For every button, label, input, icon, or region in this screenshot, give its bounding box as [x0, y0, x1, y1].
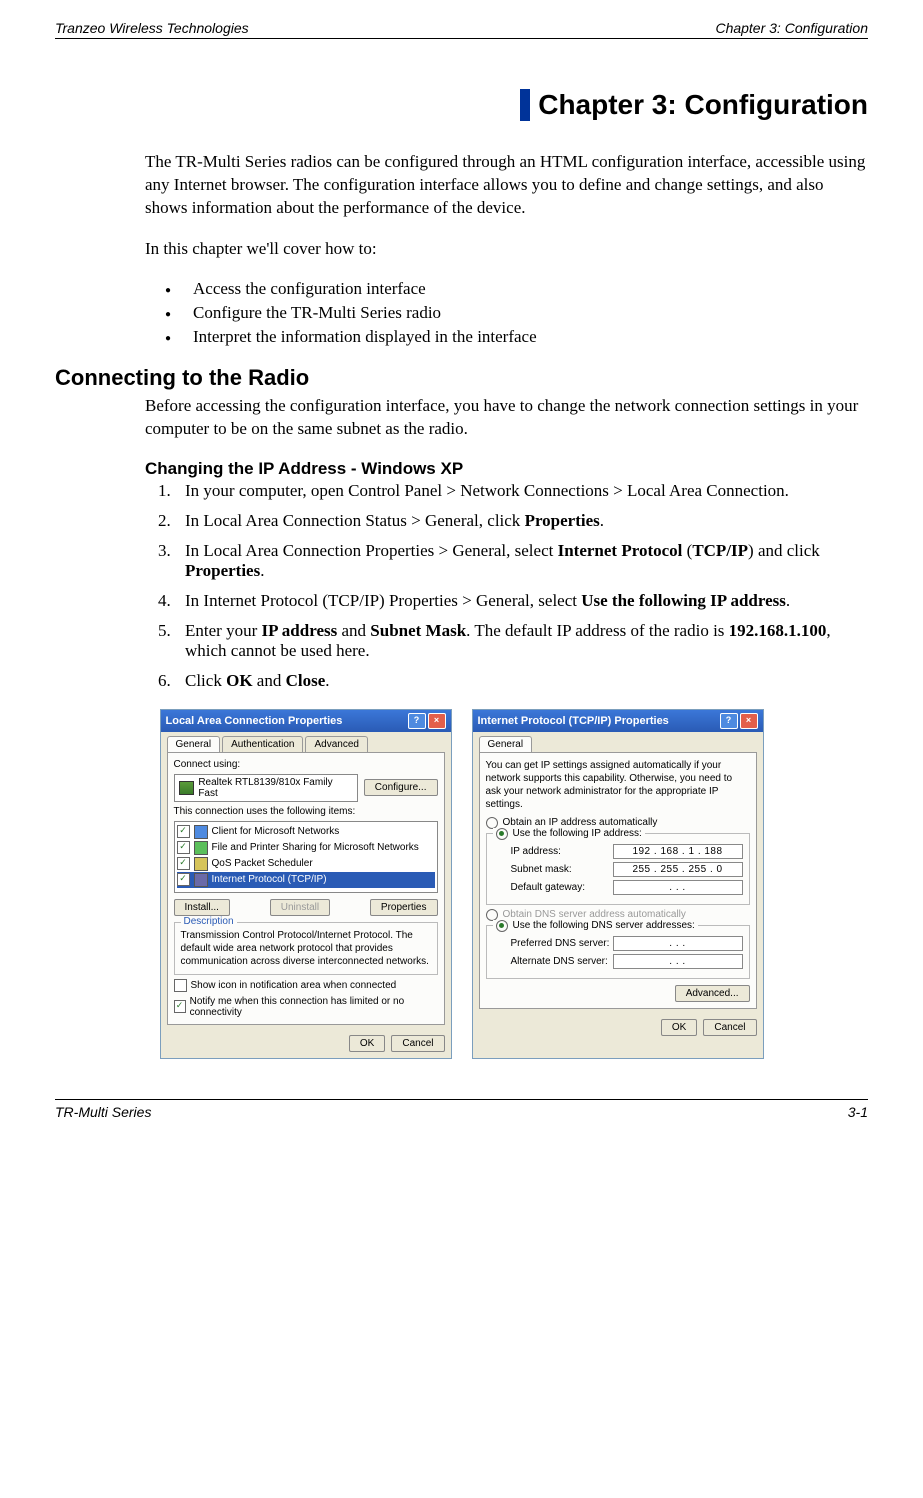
- header-left: Tranzeo Wireless Technologies: [55, 20, 249, 36]
- checkbox-icon[interactable]: ✓: [177, 841, 190, 854]
- alternate-dns-field[interactable]: . . .: [613, 954, 743, 969]
- dialog-title: Local Area Connection Properties: [166, 715, 343, 727]
- tab-general[interactable]: General: [167, 736, 221, 752]
- header-right: Chapter 3: Configuration: [715, 20, 868, 36]
- bullet-icon: ●: [165, 279, 193, 299]
- items-listbox[interactable]: ✓Client for Microsoft Networks ✓File and…: [174, 821, 438, 893]
- properties-button[interactable]: Properties: [370, 899, 438, 916]
- intro-paragraph: The TR-Multi Series radios can be config…: [145, 151, 868, 220]
- uninstall-button: Uninstall: [270, 899, 330, 916]
- radio-icon[interactable]: [496, 920, 508, 932]
- step-item: In your computer, open Control Panel > N…: [175, 481, 868, 501]
- nic-field: Realtek RTL8139/810x Family Fast: [174, 774, 358, 802]
- show-icon-checkbox[interactable]: Show icon in notification area when conn…: [174, 979, 438, 992]
- pdns-label: Preferred DNS server:: [511, 938, 613, 949]
- protocol-icon: [194, 873, 208, 887]
- page-header: Tranzeo Wireless Technologies Chapter 3:…: [55, 20, 868, 39]
- bullet-icon: ●: [165, 327, 193, 347]
- lan-properties-dialog: Local Area Connection Properties ? × Gen…: [160, 709, 452, 1059]
- close-icon[interactable]: ×: [740, 713, 758, 729]
- checkbox-icon[interactable]: ✓: [177, 857, 190, 870]
- ok-button[interactable]: OK: [661, 1019, 697, 1036]
- list-item[interactable]: ✓Client for Microsoft Networks: [177, 824, 435, 840]
- bullet-item: Configure the TR-Multi Series radio: [193, 303, 441, 323]
- bullet-item: Access the configuration interface: [193, 279, 426, 299]
- radio-use-ip[interactable]: Use the following IP address:: [493, 828, 645, 840]
- items-label: This connection uses the following items…: [174, 806, 438, 817]
- cover-line: In this chapter we'll cover how to:: [145, 238, 868, 261]
- list-item-selected[interactable]: ✓Internet Protocol (TCP/IP): [177, 872, 435, 888]
- ip-label: IP address:: [511, 846, 613, 857]
- connect-using-label: Connect using:: [174, 759, 438, 770]
- bullet-list: ●Access the configuration interface ●Con…: [165, 279, 868, 347]
- advanced-button[interactable]: Advanced...: [675, 985, 750, 1002]
- footer-right: 3-1: [848, 1104, 868, 1120]
- preferred-dns-field[interactable]: . . .: [613, 936, 743, 951]
- titlebar[interactable]: Internet Protocol (TCP/IP) Properties ? …: [473, 710, 763, 732]
- checkbox-icon[interactable]: ✓: [177, 825, 190, 838]
- bullet-icon: ●: [165, 303, 193, 323]
- mask-label: Subnet mask:: [511, 864, 613, 875]
- ok-button[interactable]: OK: [349, 1035, 385, 1052]
- radio-icon[interactable]: [496, 828, 508, 840]
- client-icon: [194, 825, 208, 839]
- footer-left: TR-Multi Series: [55, 1104, 151, 1120]
- list-item[interactable]: ✓File and Printer Sharing for Microsoft …: [177, 840, 435, 856]
- step-item: In Local Area Connection Status > Genera…: [175, 511, 868, 531]
- cancel-button[interactable]: Cancel: [703, 1019, 756, 1036]
- tcpip-properties-dialog: Internet Protocol (TCP/IP) Properties ? …: [472, 709, 764, 1059]
- tcpip-intro: You can get IP settings assigned automat…: [486, 759, 750, 811]
- nic-name: Realtek RTL8139/810x Family Fast: [198, 777, 352, 799]
- subheading: Changing the IP Address - Windows XP: [145, 459, 868, 479]
- qos-icon: [194, 857, 208, 871]
- chapter-title: Chapter 3: Configuration: [520, 89, 868, 121]
- description-text: Transmission Control Protocol/Internet P…: [181, 929, 431, 968]
- checkbox-icon[interactable]: ✓: [174, 1000, 186, 1013]
- radio-use-dns[interactable]: Use the following DNS server addresses:: [493, 920, 698, 932]
- install-button[interactable]: Install...: [174, 899, 230, 916]
- step-item: Enter your IP address and Subnet Mask. T…: [175, 621, 868, 661]
- nic-icon: [179, 781, 195, 795]
- help-icon[interactable]: ?: [720, 713, 738, 729]
- help-icon[interactable]: ?: [408, 713, 426, 729]
- bullet-item: Interpret the information displayed in t…: [193, 327, 537, 347]
- gateway-field[interactable]: . . .: [613, 880, 743, 895]
- ip-address-field[interactable]: 192 . 168 . 1 . 188: [613, 844, 743, 859]
- tab-general[interactable]: General: [479, 736, 533, 752]
- close-icon[interactable]: ×: [428, 713, 446, 729]
- gateway-label: Default gateway:: [511, 882, 613, 893]
- list-item[interactable]: ✓QoS Packet Scheduler: [177, 856, 435, 872]
- section-heading: Connecting to the Radio: [55, 365, 868, 391]
- description-label: Description: [181, 916, 237, 927]
- step-item: In Local Area Connection Properties > Ge…: [175, 541, 868, 581]
- checkbox-icon[interactable]: ✓: [177, 873, 190, 886]
- notify-checkbox[interactable]: ✓ Notify me when this connection has lim…: [174, 996, 438, 1018]
- cancel-button[interactable]: Cancel: [391, 1035, 444, 1052]
- step-item: Click OK and Close.: [175, 671, 868, 691]
- dialog-title: Internet Protocol (TCP/IP) Properties: [478, 715, 669, 727]
- tab-authentication[interactable]: Authentication: [222, 736, 303, 752]
- adns-label: Alternate DNS server:: [511, 956, 613, 967]
- page-footer: TR-Multi Series 3-1: [55, 1099, 868, 1120]
- checkbox-icon[interactable]: [174, 979, 187, 992]
- titlebar[interactable]: Local Area Connection Properties ? ×: [161, 710, 451, 732]
- step-item: In Internet Protocol (TCP/IP) Properties…: [175, 591, 868, 611]
- service-icon: [194, 841, 208, 855]
- steps-list: In your computer, open Control Panel > N…: [145, 481, 868, 691]
- tab-advanced[interactable]: Advanced: [305, 736, 367, 752]
- subnet-mask-field[interactable]: 255 . 255 . 255 . 0: [613, 862, 743, 877]
- configure-button[interactable]: Configure...: [364, 779, 438, 796]
- section-text: Before accessing the configuration inter…: [145, 395, 868, 441]
